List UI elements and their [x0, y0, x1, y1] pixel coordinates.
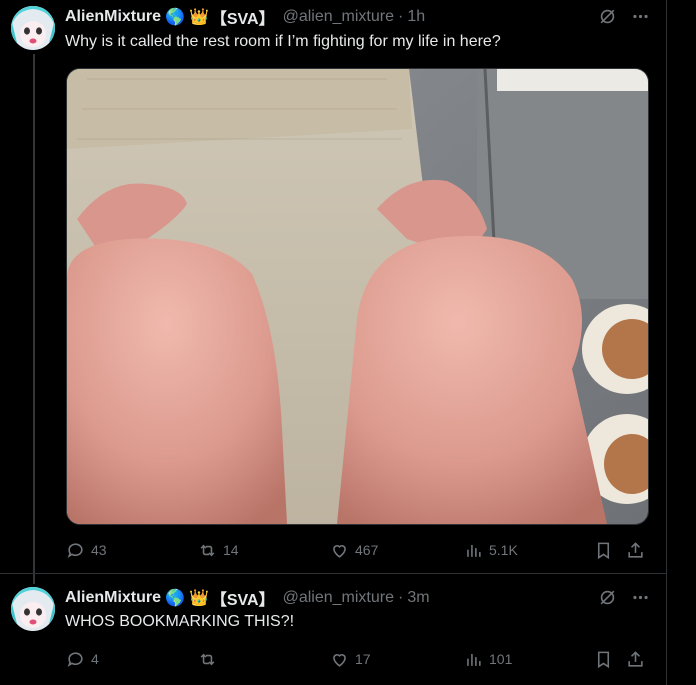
- author-badge: 【SVA】: [210, 592, 275, 609]
- globe-emoji-icon: 🌎: [165, 590, 185, 607]
- views-button[interactable]: 101: [464, 647, 512, 671]
- photo-image: [67, 69, 648, 524]
- tweet-header: AlienMixture 🌎 👑 【SVA】 @alien_mixture · …: [65, 587, 430, 609]
- heart-icon: [333, 544, 346, 558]
- tweet-photo[interactable]: [66, 68, 649, 525]
- globe-emoji-icon: 🌎: [165, 9, 185, 26]
- repost-icon: [200, 653, 215, 665]
- reply-icon: [67, 542, 83, 558]
- bookmark-icon: [597, 542, 610, 559]
- column-border: [666, 0, 667, 685]
- tweet-divider: [0, 573, 666, 574]
- tweet-top-actions: [598, 7, 650, 26]
- timestamp[interactable]: 1h: [407, 8, 425, 26]
- share-button[interactable]: [626, 538, 645, 562]
- reply-count: 43: [91, 542, 107, 558]
- avatar-image: [11, 6, 55, 50]
- grok-icon[interactable]: [598, 588, 617, 607]
- avatar[interactable]: [11, 587, 55, 631]
- tweet-text: WHOS BOOKMARKING THIS?!: [65, 613, 295, 630]
- views-count: 101: [489, 651, 513, 667]
- reply-button[interactable]: 43: [66, 538, 107, 562]
- like-button[interactable]: 17: [330, 647, 371, 671]
- tweet-header: AlienMixture 🌎 👑 【SVA】 @alien_mixture · …: [65, 6, 425, 28]
- thread-connector-line: [33, 54, 35, 584]
- repost-icon: [200, 544, 215, 556]
- author-badge: 【SVA】: [210, 11, 275, 28]
- tweet-text: Why is it called the rest room if I’m fi…: [65, 33, 501, 50]
- views-button[interactable]: 5.1K: [464, 538, 518, 562]
- repost-button[interactable]: 14: [198, 538, 239, 562]
- separator-dot: ·: [397, 8, 404, 25]
- bookmark-button[interactable]: [594, 647, 613, 671]
- like-button[interactable]: 467: [330, 538, 378, 562]
- repost-count: 14: [223, 542, 239, 558]
- more-options-icon[interactable]: [631, 588, 650, 607]
- author-handle[interactable]: @alien_mixture: [283, 8, 394, 26]
- share-button[interactable]: [626, 647, 645, 671]
- grok-icon[interactable]: [598, 7, 617, 26]
- more-options-icon[interactable]: [631, 7, 650, 26]
- crown-emoji-icon: 👑: [188, 590, 209, 607]
- heart-icon: [333, 653, 346, 667]
- timestamp[interactable]: 3m: [407, 589, 429, 607]
- author-name[interactable]: AlienMixture: [65, 8, 161, 26]
- like-count: 467: [355, 542, 379, 558]
- repost-button[interactable]: [198, 647, 223, 671]
- bookmark-button[interactable]: [594, 538, 613, 562]
- views-count: 5.1K: [489, 542, 518, 558]
- analytics-icon: [467, 653, 481, 666]
- bookmark-icon: [597, 651, 610, 668]
- author-handle[interactable]: @alien_mixture: [283, 589, 394, 607]
- like-count: 17: [355, 651, 371, 667]
- share-icon: [628, 650, 643, 667]
- separator-dot: ·: [397, 589, 404, 606]
- reply-count: 4: [91, 651, 99, 667]
- reply-button[interactable]: 4: [66, 647, 99, 671]
- analytics-icon: [467, 544, 481, 557]
- share-icon: [628, 541, 643, 558]
- avatar-image: [11, 587, 55, 631]
- reply-icon: [67, 651, 83, 667]
- avatar[interactable]: [11, 6, 55, 50]
- author-name[interactable]: AlienMixture: [65, 589, 161, 607]
- tweet-actions: 43 14 467 5.1K: [66, 538, 648, 562]
- tweet-top-actions: [598, 588, 650, 607]
- crown-emoji-icon: 👑: [188, 9, 209, 26]
- tweet-actions: 4 17 101: [66, 647, 648, 671]
